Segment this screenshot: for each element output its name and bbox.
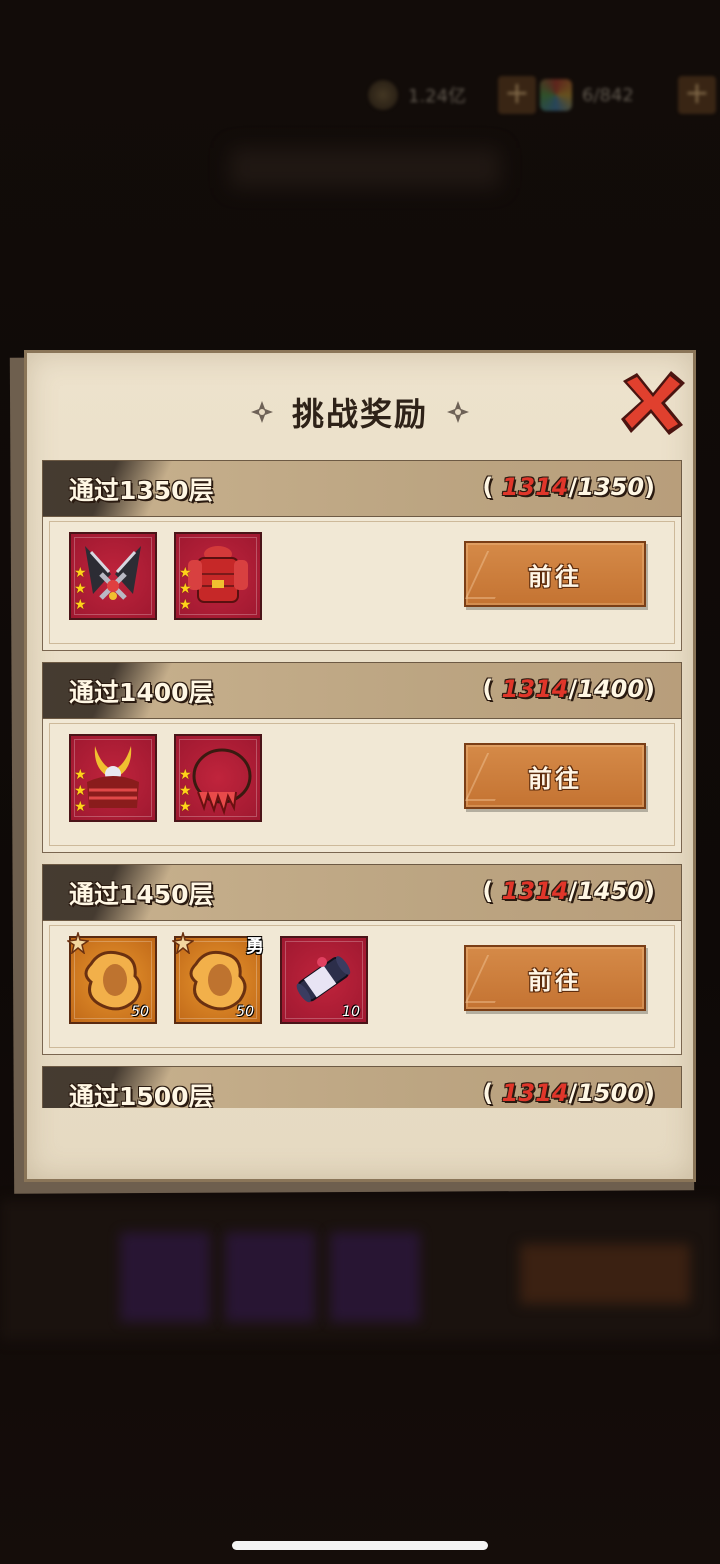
goto-button[interactable]: 前往: [464, 743, 646, 809]
resource-bar: 1.24亿 + 6/842 +: [360, 70, 720, 120]
reward-item-red-armor[interactable]: ★ ★ ★: [174, 532, 262, 620]
coin-counter: 1.24亿: [368, 78, 466, 112]
target-floor: 1450: [577, 877, 645, 905]
background-title: [230, 148, 500, 188]
rarity-stars: ★ ★ ★: [74, 767, 87, 815]
coin-icon: [368, 80, 398, 110]
reward-item-horned-helmet[interactable]: ★ ★ ★: [69, 734, 157, 822]
reward-item-fragment[interactable]: 50: [67, 932, 157, 1024]
fragment-badge-icon: [172, 932, 194, 954]
reward-row-header: 通过1500层 ( 1314/1500): [42, 1066, 682, 1108]
add-gems-button[interactable]: +: [678, 76, 716, 114]
reward-row-header: 通过1400层 ( 1314/1400): [42, 662, 682, 719]
target-floor: 1400: [577, 675, 645, 703]
current-floor: 1314: [501, 675, 569, 703]
reward-row: 通过1350层 ( 1314/1350) ★ ★ ★ ★ ★ ★ 前往: [42, 460, 682, 651]
background-card: [225, 1232, 315, 1322]
reward-item-scroll[interactable]: 10: [280, 936, 368, 1024]
shuriken-icon: [250, 401, 273, 423]
rarity-stars: ★ ★ ★: [179, 565, 192, 613]
reward-item-fragment-brave[interactable]: 勇 50: [172, 932, 264, 1024]
current-floor: 1314: [501, 1079, 569, 1107]
add-coins-button[interactable]: +: [498, 76, 536, 114]
floor-progress: ( 1314/1450): [482, 877, 655, 905]
current-floor: 1314: [501, 877, 569, 905]
brave-badge: 勇: [246, 936, 264, 957]
background-card: [330, 1232, 420, 1322]
floor-requirement: 通过1500层: [69, 1082, 214, 1108]
floor-progress: ( 1314/1500): [482, 1079, 655, 1107]
reward-row: 通过1450层 ( 1314/1450) 50 勇 50 10 前往: [42, 864, 682, 1055]
goto-button[interactable]: 前往: [464, 541, 646, 607]
item-quantity: 50: [236, 1004, 254, 1020]
floor-requirement: 通过1450层: [69, 880, 214, 909]
rarity-stars: ★ ★ ★: [179, 767, 192, 815]
goto-button-label: 前往: [528, 764, 582, 793]
gem-counter: 6/842: [540, 78, 634, 112]
reward-item-fang-necklace[interactable]: ★ ★ ★: [174, 734, 262, 822]
item-quantity: 10: [342, 1004, 360, 1020]
challenge-reward-dialog: 挑战奖励 通过1350层 ( 1314/1350) ★ ★ ★ ★ ★ ★ 前往…: [24, 350, 696, 1182]
coin-amount: 1.24亿: [408, 86, 467, 107]
shuriken-icon: [447, 401, 470, 423]
rarity-stars: ★ ★ ★: [74, 565, 87, 613]
item-quantity: 50: [131, 1004, 149, 1020]
gem-icon: [540, 79, 572, 111]
goto-button-label: 前往: [528, 966, 582, 995]
dialog-title: 挑战奖励: [291, 395, 428, 433]
floor-progress: ( 1314/1400): [482, 675, 655, 703]
background-card: [120, 1232, 210, 1322]
reward-row-body: ★ ★ ★ ★ ★ ★ 前往: [42, 517, 682, 651]
goto-button[interactable]: 前往: [464, 945, 646, 1011]
reward-row: 通过1500层 ( 1314/1500) 前往: [42, 1066, 682, 1108]
reward-item-crossed-blades[interactable]: ★ ★ ★: [69, 532, 157, 620]
target-floor: 1500: [577, 1079, 645, 1107]
background-button: [520, 1244, 690, 1304]
reward-row-body: ★ ★ ★ ★ ★ ★ 前往: [42, 719, 682, 853]
floor-requirement: 通过1400层: [69, 678, 214, 707]
target-floor: 1350: [577, 473, 645, 501]
reward-row: 通过1400层 ( 1314/1400) ★ ★ ★ ★ ★ ★ 前往: [42, 662, 682, 853]
floor-progress: ( 1314/1350): [482, 473, 655, 501]
home-indicator[interactable]: [232, 1541, 488, 1550]
reward-row-header: 通过1350层 ( 1314/1350): [42, 460, 682, 517]
goto-button-label: 前往: [528, 562, 582, 591]
current-floor: 1314: [501, 473, 569, 501]
dialog-header: 挑战奖励: [27, 389, 693, 435]
floor-requirement: 通过1350层: [69, 476, 214, 505]
gem-amount: 6/842: [582, 84, 634, 106]
reward-row-header: 通过1450层 ( 1314/1450): [42, 864, 682, 921]
fragment-badge-icon: [67, 932, 89, 954]
close-icon[interactable]: [617, 367, 689, 439]
reward-row-body: 50 勇 50 10 前往: [42, 921, 682, 1055]
reward-list[interactable]: 通过1350层 ( 1314/1350) ★ ★ ★ ★ ★ ★ 前往 通过14…: [42, 460, 682, 1108]
